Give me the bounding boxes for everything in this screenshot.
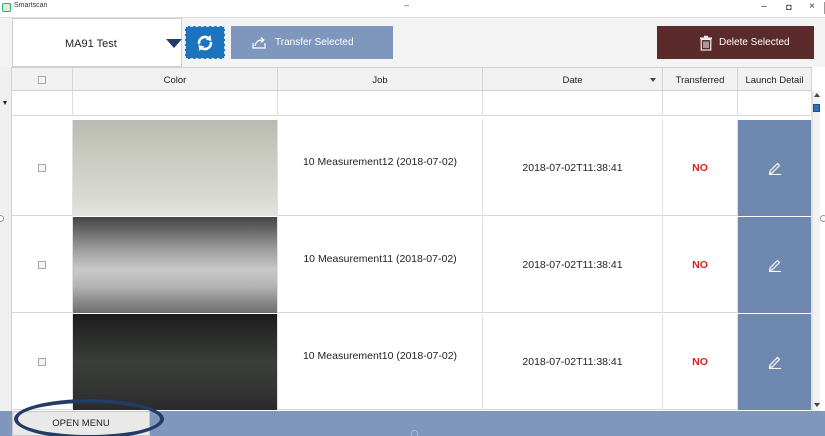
row-checkbox[interactable] — [38, 261, 46, 269]
header-select-all[interactable] — [12, 68, 73, 92]
table-row[interactable]: 10 Measurement11 (2018-07-02) 2018-07-02… — [12, 217, 812, 313]
row-select-cell[interactable] — [12, 217, 73, 313]
transfer-icon — [251, 36, 267, 50]
app-icon — [2, 3, 11, 12]
scroll-up-arrow-icon[interactable] — [814, 93, 820, 97]
job-cell: 10 Measurement11 (2018-07-02) — [278, 217, 483, 313]
transferred-cell: NO — [663, 120, 738, 216]
row-select-cell[interactable] — [12, 120, 73, 216]
color-swatch — [73, 120, 277, 216]
device-select[interactable]: MA91 Test — [12, 18, 182, 67]
header-date-label: Date — [562, 74, 583, 86]
header-transferred[interactable]: Transferred — [663, 68, 738, 92]
color-swatch-cell — [73, 217, 278, 313]
scrollbar-thumb[interactable] — [813, 104, 820, 112]
title-center-mark: – — [404, 0, 410, 10]
transferred-cell: NO — [663, 314, 738, 410]
bottom-drag-handle[interactable] — [411, 430, 418, 436]
vertical-scrollbar[interactable] — [812, 91, 820, 411]
header-date[interactable]: Date — [483, 68, 663, 92]
select-all-checkbox[interactable] — [38, 76, 46, 84]
filter-select[interactable] — [12, 92, 73, 116]
row-checkbox[interactable] — [38, 358, 46, 366]
launch-detail-button[interactable] — [738, 120, 812, 216]
sort-descending-icon — [650, 78, 656, 82]
highlight-ring — [14, 399, 164, 436]
table-row[interactable]: 10 Measurement10 (2018-07-02) 2018-07-02… — [12, 314, 812, 410]
maximize-button[interactable]: ◘ — [782, 2, 796, 12]
refresh-icon — [197, 34, 213, 51]
job-cell: 10 Measurement10 (2018-07-02) — [278, 314, 483, 410]
filter-row — [12, 92, 812, 116]
delete-selected-label: Delete Selected — [719, 37, 790, 48]
device-name: MA91 Test — [65, 38, 117, 50]
job-cell: 10 Measurement12 (2018-07-02) — [278, 120, 483, 216]
color-swatch-cell — [73, 314, 278, 410]
right-resize-handle[interactable] — [820, 215, 825, 222]
date-cell: 2018-07-02T11:38:41 — [483, 314, 663, 410]
date-cell: 2018-07-02T11:38:41 — [483, 217, 663, 313]
header-job[interactable]: Job — [278, 68, 483, 92]
table-row[interactable]: 10 Measurement12 (2018-07-02) 2018-07-02… — [12, 120, 812, 216]
window-edge — [820, 2, 825, 14]
header-color[interactable]: Color — [73, 68, 278, 92]
launch-detail-button[interactable] — [738, 217, 812, 313]
filter-date[interactable] — [483, 92, 663, 116]
measurements-table: Color Job Date Transferred Launch Detail… — [12, 67, 824, 411]
color-swatch-cell — [73, 120, 278, 216]
close-button[interactable]: × — [805, 1, 819, 12]
filter-job[interactable] — [278, 92, 483, 116]
pencil-icon — [768, 356, 781, 369]
chevron-down-icon — [166, 39, 182, 48]
transferred-cell: NO — [663, 217, 738, 313]
pencil-icon — [768, 162, 781, 175]
filter-transferred[interactable] — [663, 92, 738, 116]
window-title: Smartscan — [14, 2, 48, 9]
delete-selected-button[interactable]: Delete Selected — [657, 26, 814, 59]
row-checkbox[interactable] — [38, 164, 46, 172]
color-swatch — [73, 217, 277, 313]
toolbar: MA91 Test Transfer Selected Delete Selec… — [0, 17, 825, 67]
scroll-down-arrow-icon[interactable] — [814, 403, 820, 407]
table-header: Color Job Date Transferred Launch Detail — [12, 67, 812, 92]
launch-detail-button[interactable] — [738, 314, 812, 410]
trash-icon — [699, 35, 713, 51]
refresh-button[interactable] — [185, 26, 225, 59]
row-indicator-gutter — [0, 67, 12, 411]
filter-launch-detail[interactable] — [738, 92, 812, 116]
transfer-selected-label: Transfer Selected — [275, 37, 354, 48]
color-swatch — [73, 314, 277, 410]
transfer-selected-button[interactable]: Transfer Selected — [231, 26, 393, 59]
minimize-button[interactable]: – — [757, 1, 771, 12]
filter-color[interactable] — [73, 92, 278, 116]
header-launch-detail[interactable]: Launch Detail — [738, 68, 812, 92]
row-select-cell[interactable] — [12, 314, 73, 410]
date-cell: 2018-07-02T11:38:41 — [483, 120, 663, 216]
title-bar: Smartscan – – ◘ × — [0, 0, 825, 16]
current-row-arrow-icon — [3, 101, 7, 105]
pencil-icon — [768, 259, 781, 272]
